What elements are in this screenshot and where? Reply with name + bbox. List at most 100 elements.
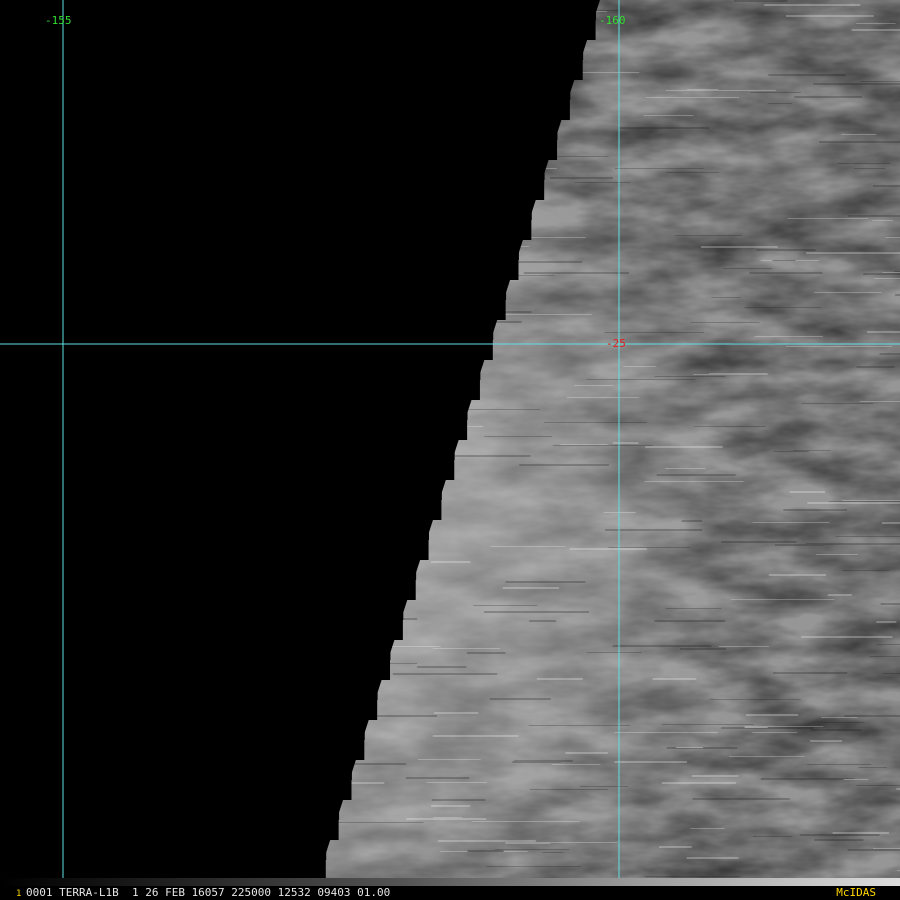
cloud-streak bbox=[854, 168, 886, 169]
cloud-streak bbox=[523, 272, 629, 274]
swath-edge-block bbox=[0, 460, 455, 480]
cloud-streak bbox=[654, 620, 726, 622]
swath-edge-block bbox=[0, 480, 442, 500]
cloud-streak bbox=[542, 852, 564, 853]
swath-edge-block bbox=[0, 320, 494, 340]
cloud-streak bbox=[709, 699, 801, 700]
cloud-streak bbox=[749, 272, 823, 274]
cloud-streak bbox=[860, 81, 900, 82]
cloud-streak bbox=[484, 611, 589, 613]
cloud-streak bbox=[793, 450, 831, 451]
cloud-streak bbox=[700, 246, 778, 248]
cloud-streak bbox=[406, 818, 487, 820]
cloud-streak bbox=[806, 252, 900, 254]
cloud-streak bbox=[723, 268, 772, 269]
cloud-streak bbox=[810, 740, 843, 742]
cloud-streak bbox=[416, 666, 467, 668]
cloud-streak bbox=[859, 401, 900, 402]
cloud-streak bbox=[873, 185, 900, 187]
cloud-streak bbox=[801, 403, 874, 404]
cloud-streak bbox=[760, 778, 855, 780]
frame-number: 1 bbox=[16, 889, 22, 899]
swath-edge-block bbox=[0, 20, 596, 40]
cloud-streak bbox=[484, 436, 553, 437]
cloud-streak bbox=[405, 777, 470, 779]
cloud-streak bbox=[894, 271, 900, 272]
swath-edge-block bbox=[0, 380, 480, 400]
swath-edge-block bbox=[0, 200, 532, 220]
cloud-streak bbox=[708, 373, 768, 374]
cloud-streak bbox=[807, 502, 900, 504]
cloud-streak bbox=[494, 849, 570, 850]
cloud-streak bbox=[851, 29, 900, 31]
cloud-streak bbox=[721, 541, 797, 543]
cloud-streak bbox=[681, 520, 703, 522]
cloud-streak bbox=[505, 581, 586, 583]
cloud-streak bbox=[431, 799, 486, 801]
cloud-streak bbox=[676, 747, 704, 748]
cloud-streak bbox=[656, 474, 736, 476]
cloud-streak bbox=[644, 481, 744, 482]
cloud-streak bbox=[665, 608, 722, 609]
cloud-streak bbox=[417, 759, 481, 760]
cloud-streak bbox=[869, 656, 900, 657]
cloud-streak bbox=[694, 426, 766, 427]
cloud-streak bbox=[679, 648, 727, 650]
cloud-streak bbox=[768, 103, 792, 104]
swath-edge-block bbox=[0, 540, 429, 560]
cloud-streak bbox=[457, 409, 540, 410]
cloud-streak bbox=[746, 714, 799, 716]
cloud-streak bbox=[756, 249, 816, 251]
swath-edge-block bbox=[0, 180, 545, 200]
cloud-streak bbox=[773, 672, 848, 674]
cloud-streak bbox=[473, 605, 538, 606]
swath-edge-block bbox=[0, 60, 583, 80]
cloud-streak bbox=[828, 501, 900, 502]
cloud-streak bbox=[752, 522, 830, 523]
cloud-streak bbox=[789, 491, 825, 493]
cloud-streak bbox=[835, 536, 900, 537]
satellite-image bbox=[0, 0, 900, 878]
swath-edge-block bbox=[0, 620, 403, 640]
cloud-streak bbox=[432, 648, 501, 649]
cloud-streak bbox=[686, 857, 739, 859]
cloud-streak bbox=[565, 752, 608, 754]
cloud-streak bbox=[877, 644, 900, 645]
cloud-streak bbox=[529, 789, 609, 790]
swath-edge-block bbox=[0, 400, 468, 420]
cloud-streak bbox=[665, 90, 776, 91]
cloud-streak bbox=[842, 570, 890, 571]
swath-edge-block bbox=[0, 0, 596, 20]
cloud-streak bbox=[879, 353, 900, 355]
cloud-streak bbox=[750, 92, 801, 93]
cloud-streak bbox=[874, 278, 900, 279]
cloud-streak bbox=[666, 172, 720, 173]
satellite-image-viewport[interactable]: -155 -160 -25 bbox=[0, 0, 900, 878]
cloud-streak bbox=[433, 817, 463, 818]
swath-edge-block bbox=[0, 560, 417, 580]
cloud-streak bbox=[574, 385, 614, 386]
cloud-streak bbox=[512, 761, 562, 763]
swath-edge-block bbox=[0, 840, 327, 860]
cloud-streak bbox=[785, 15, 874, 17]
cloud-streak bbox=[815, 554, 858, 555]
cloud-streak bbox=[844, 715, 900, 717]
cloud-streak bbox=[744, 307, 822, 308]
swath-edge-block bbox=[0, 240, 519, 260]
cloud-streak bbox=[454, 455, 531, 457]
cloud-streak bbox=[544, 422, 647, 423]
cloud-streak bbox=[471, 821, 580, 822]
swath-edge-block bbox=[0, 740, 365, 760]
longitude-label: -155 bbox=[45, 14, 72, 27]
cloud-streak bbox=[880, 603, 900, 605]
cloud-streak bbox=[872, 220, 893, 221]
cloud-streak bbox=[693, 374, 769, 375]
cloud-streak bbox=[813, 83, 900, 85]
cloud-streak bbox=[431, 561, 471, 563]
cloud-streak bbox=[895, 294, 900, 296]
cloud-streak bbox=[654, 376, 726, 377]
swath-edge-block bbox=[0, 660, 391, 680]
cloud-streak bbox=[614, 761, 688, 763]
cloud-streak bbox=[752, 836, 792, 837]
cloud-streak bbox=[772, 260, 796, 261]
